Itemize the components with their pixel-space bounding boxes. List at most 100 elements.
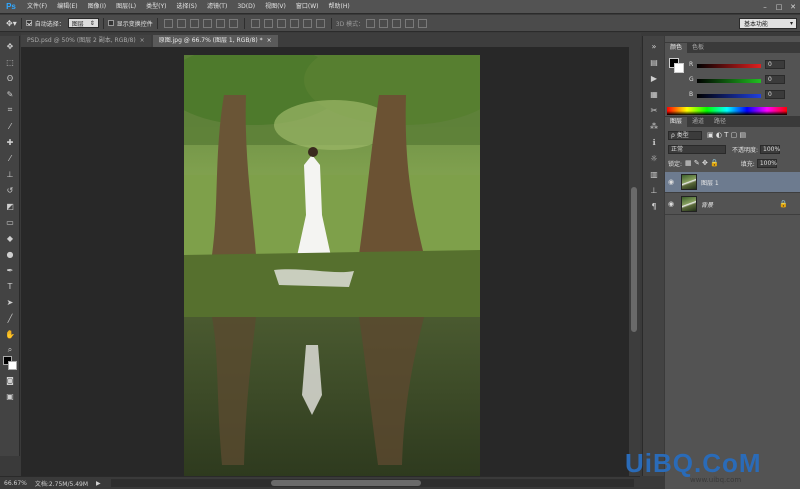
tools-icon[interactable]: ✂ xyxy=(648,104,660,116)
slider-track[interactable] xyxy=(697,94,761,98)
3d-rotate-icon[interactable] xyxy=(366,18,376,28)
info-icon[interactable]: ℹ xyxy=(648,136,660,148)
tab-swatches[interactable]: 色板 xyxy=(687,43,709,53)
menu-file[interactable]: 文件(F) xyxy=(22,0,52,14)
shape-tool-icon[interactable]: ╱ xyxy=(4,312,16,324)
close-icon[interactable]: × xyxy=(267,35,272,47)
align-right-icon[interactable] xyxy=(228,18,238,28)
layer-item[interactable]: ◉ 背景 🔒 xyxy=(665,194,800,215)
slider-track[interactable] xyxy=(697,79,761,83)
zoom-tool-icon[interactable]: ⌕ xyxy=(4,344,16,356)
blend-mode-dropdown[interactable]: 正常 xyxy=(668,144,726,154)
clone-stamp-tool-icon[interactable]: ⊥ xyxy=(4,168,16,180)
auto-select-checkbox[interactable] xyxy=(25,20,32,26)
hand-tool-icon[interactable]: ✋ xyxy=(4,328,16,340)
color-spectrum[interactable] xyxy=(667,107,787,115)
menu-edit[interactable]: 编辑(E) xyxy=(52,0,82,14)
distribute-right-icon[interactable] xyxy=(315,18,325,28)
slider-value[interactable]: 0 xyxy=(765,60,785,69)
slider-value[interactable]: 0 xyxy=(765,90,785,99)
menu-layer[interactable]: 图层(L) xyxy=(111,0,141,14)
zoom-level[interactable]: 66.67% xyxy=(0,480,31,487)
auto-select-dropdown[interactable]: 图层 ⇕ xyxy=(67,18,99,28)
tab-original[interactable]: 原图.jpg @ 66.7% (图层 1, RGB/8) * × xyxy=(152,35,278,47)
gradient-tool-icon[interactable]: ▭ xyxy=(4,216,16,228)
close-button[interactable]: ✕ xyxy=(786,0,800,14)
layer-filter-dropdown[interactable]: ρ 类型 xyxy=(668,130,702,140)
marquee-tool-icon[interactable]: ⬚ xyxy=(4,56,16,68)
eyedropper-tool-icon[interactable]: ⁄ xyxy=(4,120,16,132)
vertical-scrollbar[interactable] xyxy=(629,47,640,476)
slider-r[interactable]: R 0 xyxy=(689,60,797,71)
slider-track[interactable] xyxy=(697,64,761,68)
brush-panel-icon[interactable]: ⁂ xyxy=(648,120,660,132)
menu-image[interactable]: 图像(I) xyxy=(83,0,111,14)
opacity-input[interactable]: 100% xyxy=(760,144,780,154)
tab-psd[interactable]: PSD.psd @ 50% (图层 2 副本, RGB/8) × xyxy=(21,35,151,47)
eye-icon[interactable]: ◉ xyxy=(665,178,677,186)
path-select-tool-icon[interactable]: ➤ xyxy=(4,296,16,308)
brightness-icon[interactable]: ☼ xyxy=(648,152,660,164)
filter-icons[interactable]: ▣ ◐ T ▢ ▤ xyxy=(707,131,746,139)
pen-tool-icon[interactable]: ✒ xyxy=(4,264,16,276)
tab-layers[interactable]: 图层 xyxy=(665,117,688,127)
layer-name[interactable]: 图层 1 xyxy=(701,178,719,187)
minimize-button[interactable]: – xyxy=(758,0,772,14)
brush-tool-icon[interactable]: ⁄ xyxy=(4,152,16,164)
menu-view[interactable]: 视图(V) xyxy=(260,0,291,14)
3d-scale-icon[interactable] xyxy=(418,18,428,28)
tab-channels[interactable]: 通道 xyxy=(687,117,709,127)
align-top-icon[interactable] xyxy=(163,18,173,28)
layer-name[interactable]: 背景 xyxy=(701,200,713,209)
menu-window[interactable]: 窗口(W) xyxy=(291,0,324,14)
workspace-dropdown[interactable]: 基本功能 ▾ xyxy=(739,18,797,29)
show-transform-checkbox[interactable] xyxy=(107,20,114,26)
eye-icon[interactable]: ◉ xyxy=(665,200,677,208)
quick-mask-icon[interactable]: ◙ xyxy=(4,374,16,386)
collapse-icon[interactable]: » xyxy=(648,40,660,52)
distribute-left-icon[interactable] xyxy=(289,18,299,28)
type-tool-icon[interactable]: T xyxy=(4,280,16,292)
quick-select-tool-icon[interactable]: ✎ xyxy=(4,88,16,100)
menu-help[interactable]: 帮助(H) xyxy=(324,0,355,14)
horizontal-scrollbar[interactable] xyxy=(110,479,634,487)
distribute-top-icon[interactable] xyxy=(250,18,260,28)
slider-value[interactable]: 0 xyxy=(765,75,785,84)
distribute-bottom-icon[interactable] xyxy=(276,18,286,28)
maximize-button[interactable]: □ xyxy=(772,0,786,14)
menu-type[interactable]: 类型(Y) xyxy=(141,0,171,14)
screen-mode-icon[interactable]: ▣ xyxy=(4,390,16,402)
close-icon[interactable]: × xyxy=(140,35,145,47)
play-action-icon[interactable]: ▶ xyxy=(648,72,660,84)
tab-paths[interactable]: 路径 xyxy=(709,117,731,127)
background-color-swatch[interactable] xyxy=(8,361,17,370)
healing-brush-tool-icon[interactable]: ✚ xyxy=(4,136,16,148)
distribute-hcenter-icon[interactable] xyxy=(302,18,312,28)
align-left-icon[interactable] xyxy=(202,18,212,28)
3d-slide-icon[interactable] xyxy=(405,18,415,28)
3d-roll-icon[interactable] xyxy=(379,18,389,28)
scrollbar-thumb[interactable] xyxy=(631,187,637,332)
move-tool-icon[interactable]: ✥▾ xyxy=(6,19,17,28)
slider-b[interactable]: B 0 xyxy=(689,90,797,101)
menu-filter[interactable]: 滤镜(T) xyxy=(202,0,232,14)
menu-select[interactable]: 选择(S) xyxy=(171,0,202,14)
clone-source-icon[interactable]: ⊥ xyxy=(648,184,660,196)
tab-color[interactable]: 颜色 xyxy=(665,43,688,53)
status-menu-arrow[interactable]: ▶ xyxy=(92,480,105,487)
fill-input[interactable]: 100% xyxy=(756,158,777,168)
blur-tool-icon[interactable]: ◆ xyxy=(4,232,16,244)
background-color-swatch[interactable] xyxy=(674,63,684,73)
dodge-tool-icon[interactable]: ● xyxy=(4,248,16,260)
canvas-area[interactable] xyxy=(21,47,629,477)
align-bottom-icon[interactable] xyxy=(189,18,199,28)
history-brush-tool-icon[interactable]: ↺ xyxy=(4,184,16,196)
slider-g[interactable]: G 0 xyxy=(689,75,797,86)
menu-3d[interactable]: 3D(D) xyxy=(232,0,260,14)
move-tool-icon[interactable]: ✥ xyxy=(4,40,16,52)
layer-item[interactable]: ◉ 图层 1 xyxy=(665,172,800,193)
align-vcenter-icon[interactable] xyxy=(176,18,186,28)
distribute-vcenter-icon[interactable] xyxy=(263,18,273,28)
eraser-tool-icon[interactable]: ◩ xyxy=(4,200,16,212)
history-icon[interactable]: ▤ xyxy=(648,56,660,68)
